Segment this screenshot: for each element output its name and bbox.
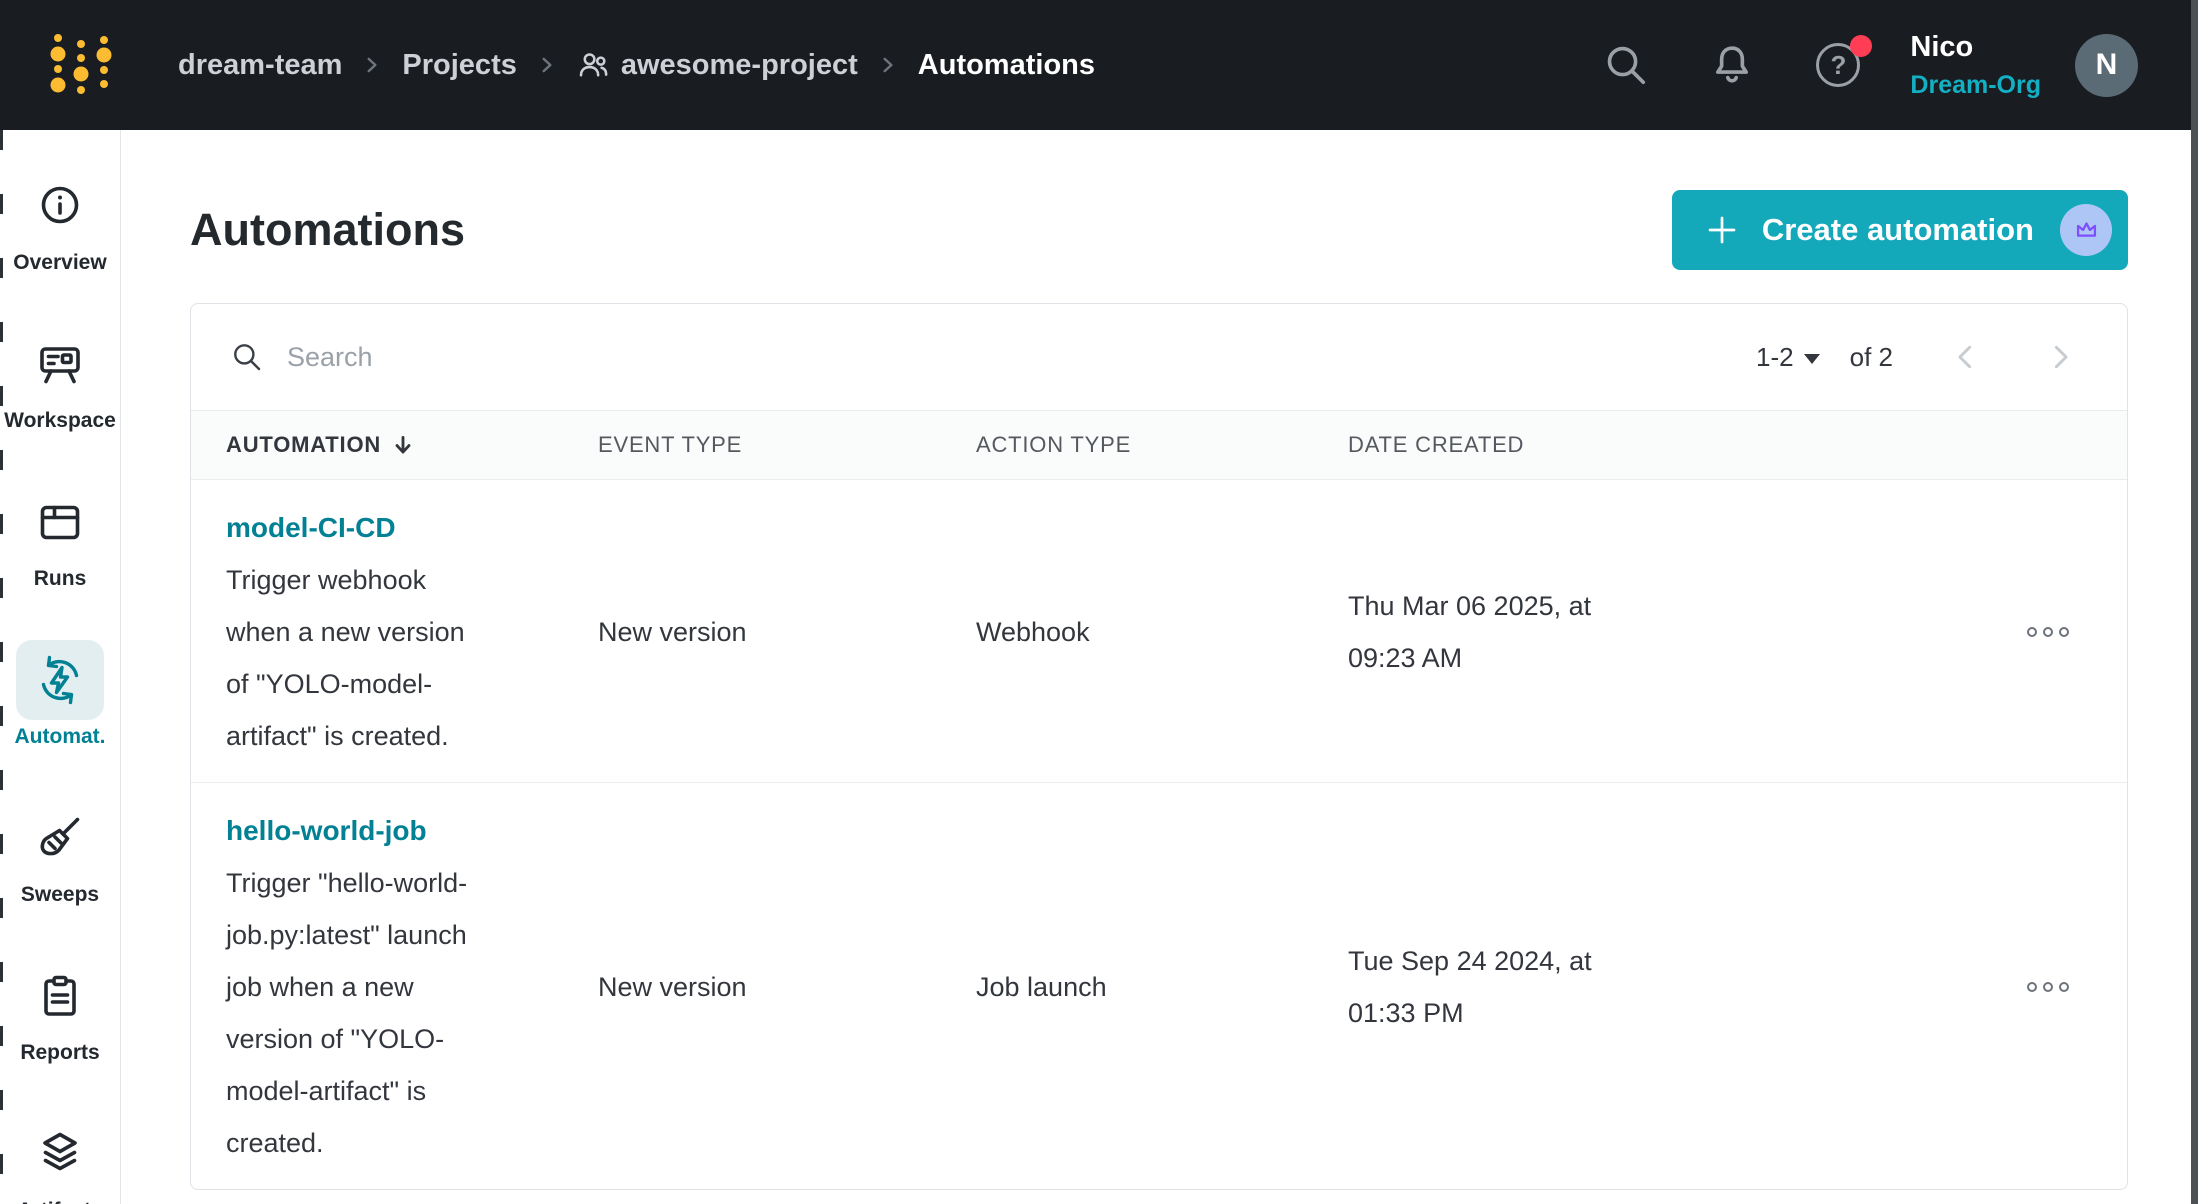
- sidebar-item-label: Reports: [20, 1041, 99, 1065]
- chevron-right-icon: [2043, 340, 2077, 374]
- page-title: Automations: [190, 204, 465, 256]
- topbar: dream-team Projects awesome-project Auto…: [0, 0, 2198, 130]
- sidebar-item-label: Automat.: [15, 725, 106, 749]
- sort-desc-icon: [391, 433, 415, 457]
- caret-down-icon: [1804, 354, 1820, 364]
- page-range-value: 1-2: [1756, 342, 1794, 373]
- main-content: Automations Create automation: [121, 190, 2198, 1190]
- event-type-cell: New version: [598, 972, 976, 1003]
- breadcrumb-entity[interactable]: dream-team: [178, 49, 342, 82]
- sidebar-item-label: Artifacts: [17, 1199, 102, 1204]
- column-header-label: AUTOMATION: [226, 432, 381, 458]
- create-automation-label: Create automation: [1762, 212, 2034, 248]
- sidebar-item-automations[interactable]: Automat.: [0, 640, 120, 749]
- sidebar-item-overview[interactable]: Overview: [0, 166, 120, 275]
- date-created-cell: Tue Sep 24 2024, at 01:33 PM: [1348, 935, 1616, 1039]
- sidebar-item-artifacts[interactable]: Artifacts: [0, 1114, 120, 1204]
- sidebar-item-sweeps[interactable]: Sweeps: [0, 798, 120, 907]
- bell-icon: [1709, 42, 1755, 88]
- table-row: hello-world-job Trigger "hello-world-job…: [191, 783, 2127, 1189]
- table-header-row: AUTOMATION EVENT TYPE ACTION TYPE DATE C…: [191, 410, 2127, 480]
- plus-icon: [1704, 212, 1740, 248]
- breadcrumb-project-label: awesome-project: [621, 49, 858, 82]
- wandb-logo-icon[interactable]: [46, 29, 116, 102]
- global-search-button[interactable]: [1594, 33, 1658, 97]
- info-icon: [32, 178, 88, 234]
- next-page-button[interactable]: [2039, 336, 2081, 378]
- row-spacer: [1868, 805, 1987, 1169]
- column-header-automation[interactable]: AUTOMATION: [226, 432, 598, 458]
- workspace-board-icon: [32, 336, 88, 392]
- sidebar-item-label: Workspace: [4, 409, 116, 433]
- user-name: Nico: [1910, 29, 2041, 65]
- automation-link[interactable]: model-CI-CD: [226, 502, 396, 554]
- breadcrumb-separator-icon: [878, 54, 898, 76]
- automation-description: Trigger webhook when a new version of "Y…: [226, 554, 484, 762]
- automation-cell: model-CI-CD Trigger webhook when a new v…: [226, 502, 546, 762]
- breadcrumb-separator-icon: [362, 54, 382, 76]
- column-header-date-created[interactable]: DATE CREATED: [1348, 432, 1868, 458]
- row-spacer: [1868, 502, 1987, 762]
- automation-cell: hello-world-job Trigger "hello-world-job…: [226, 805, 546, 1169]
- broom-icon: [32, 810, 88, 866]
- ellipsis-icon: [2027, 627, 2037, 637]
- action-type-cell: Job launch: [976, 972, 1348, 1003]
- search-icon: [1603, 42, 1649, 88]
- ellipsis-icon: [2027, 982, 2037, 992]
- create-automation-button[interactable]: Create automation: [1672, 190, 2128, 270]
- sidebar-item-reports[interactable]: Reports: [0, 956, 120, 1065]
- breadcrumb-project[interactable]: awesome-project: [577, 49, 858, 82]
- team-icon: [577, 49, 609, 81]
- help-button[interactable]: ?: [1806, 33, 1870, 97]
- breadcrumb-current-page: Automations: [918, 49, 1095, 82]
- column-header-action-type[interactable]: ACTION TYPE: [976, 432, 1348, 458]
- help-glyph: ?: [1830, 50, 1846, 81]
- premium-crown-icon: [2060, 204, 2112, 256]
- row-actions-button[interactable]: [2019, 974, 2077, 1000]
- topbar-actions: ? Nico Dream-Org N: [1552, 29, 2138, 101]
- search-icon: [231, 341, 263, 373]
- breadcrumb: dream-team Projects awesome-project Auto…: [178, 49, 1095, 82]
- search-input[interactable]: [287, 342, 1756, 373]
- breadcrumb-separator-icon: [537, 54, 557, 76]
- automation-link[interactable]: hello-world-job: [226, 805, 427, 857]
- notifications-button[interactable]: [1700, 33, 1764, 97]
- automations-table-card: 1-2 of 2 AUTOMATION EVENT TYPE AC: [190, 303, 2128, 1190]
- column-header-event-type[interactable]: EVENT TYPE: [598, 432, 976, 458]
- chevron-left-icon: [1949, 340, 1983, 374]
- automation-description: Trigger "hello-world-job.py:latest" laun…: [226, 857, 484, 1169]
- date-created-cell: Thu Mar 06 2025, at 09:23 AM: [1348, 580, 1616, 684]
- user-menu[interactable]: Nico Dream-Org: [1910, 29, 2041, 101]
- avatar-initial: N: [2096, 48, 2118, 82]
- layers-icon: [32, 1126, 88, 1182]
- breadcrumb-projects[interactable]: Projects: [402, 49, 516, 82]
- user-org: Dream-Org: [1910, 70, 2041, 101]
- sidebar-item-runs[interactable]: Runs: [0, 482, 120, 591]
- sidebar-item-label: Sweeps: [21, 883, 99, 907]
- scrollbar[interactable]: [2191, 0, 2198, 1204]
- action-type-cell: Webhook: [976, 617, 1348, 648]
- previous-page-button[interactable]: [1945, 336, 1987, 378]
- avatar[interactable]: N: [2075, 34, 2138, 97]
- automation-sync-bolt-icon: [32, 652, 88, 708]
- pagination: 1-2 of 2: [1756, 336, 2081, 378]
- runs-table-icon: [32, 494, 88, 550]
- row-actions-button[interactable]: [2019, 619, 2077, 645]
- page-total: of 2: [1850, 342, 1893, 373]
- sidebar-item-label: Runs: [34, 567, 87, 591]
- clipboard-icon: [32, 968, 88, 1024]
- project-sidebar: Overview Workspace Runs Automat.: [0, 130, 121, 1204]
- event-type-cell: New version: [598, 617, 976, 648]
- table-row: model-CI-CD Trigger webhook when a new v…: [191, 480, 2127, 783]
- sidebar-item-workspace[interactable]: Workspace: [0, 324, 120, 433]
- page-range-dropdown[interactable]: 1-2: [1756, 342, 1820, 373]
- table-toolbar: 1-2 of 2: [191, 304, 2127, 410]
- window-left-edge: [0, 130, 3, 1204]
- notification-dot: [1850, 35, 1872, 57]
- sidebar-item-label: Overview: [13, 251, 106, 275]
